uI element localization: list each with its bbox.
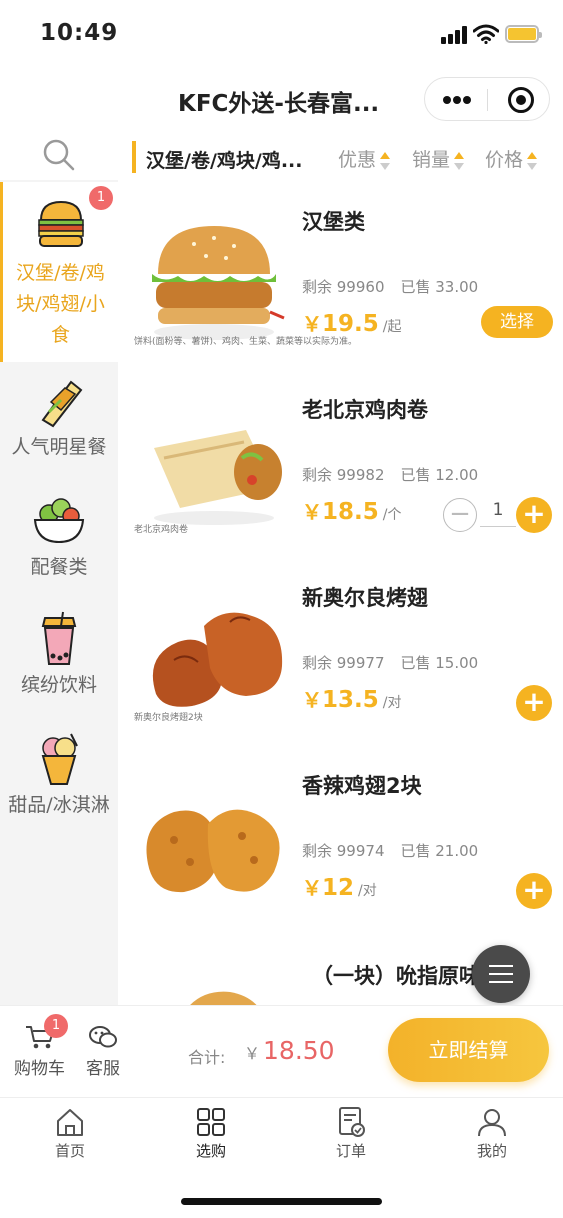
ice-cream-icon — [41, 733, 78, 785]
customer-service-label: 客服 — [86, 1059, 120, 1079]
filter-bar: 汉堡/卷/鸡块/鸡... 优惠 销量 价格 — [118, 132, 563, 182]
add-to-cart-button[interactable]: + — [516, 685, 552, 721]
close-miniprogram-button[interactable] — [508, 87, 534, 113]
tab-profile[interactable]: 我的 — [452, 1106, 532, 1161]
decrease-quantity-button[interactable]: − — [443, 498, 477, 532]
category-badge: 1 — [89, 186, 113, 210]
burger-product-image — [152, 226, 285, 340]
grid-icon — [197, 1108, 225, 1136]
total-amount: ￥ 18.50 — [244, 1036, 335, 1065]
chat-icon — [89, 1026, 117, 1048]
status-bar: 10:49 — [0, 0, 563, 68]
spicy-wings-image — [146, 809, 280, 893]
wrap-icon — [41, 380, 83, 428]
sidebar-item-star-meals[interactable]: 人气明星餐 — [0, 372, 118, 482]
sort-price[interactable]: 价格 — [485, 145, 538, 172]
quantity-value: 1 — [480, 500, 516, 527]
sort-arrows-icon — [454, 151, 465, 171]
sidebar-item-drinks[interactable]: 缤纷饮料 — [0, 610, 118, 720]
increase-quantity-button[interactable]: + — [516, 497, 552, 533]
order-icon — [339, 1107, 365, 1137]
current-category-title: 汉堡/卷/鸡块/鸡... — [146, 150, 303, 172]
sidebar-item-desserts[interactable]: 甜品/冰淇淋 — [0, 730, 118, 860]
product-image-caption: 老北京鸡肉卷 — [134, 525, 189, 535]
product-stock: 剩余 99960 已售 33.00 — [302, 278, 479, 296]
cart-button[interactable]: 1 购物车 — [14, 1014, 68, 1079]
page-title: KFC外送-长春富... — [178, 91, 380, 117]
sidebar-item-sides[interactable]: 配餐类 — [0, 492, 118, 602]
product-price: ￥12/对 — [302, 875, 377, 901]
product-item[interactable]: 新奥尔良烤翅2块 新奥尔良烤翅 剩余 99977 已售 15.00 ￥13.5/对… — [118, 560, 563, 748]
product-stock: 剩余 99982 已售 12.00 — [302, 466, 479, 484]
sort-sales[interactable]: 销量 — [412, 145, 465, 172]
product-image-caption: 新奥尔良烤翅2块 — [134, 713, 203, 723]
search-button[interactable] — [0, 132, 118, 180]
sidebar-item-label: 缤纷饮料 — [20, 674, 97, 696]
product-name: 香辣鸡翅2块 — [302, 774, 422, 798]
tab-shop[interactable]: 选购 — [171, 1106, 251, 1161]
sidebar-item-label: 人气明星餐 — [11, 436, 107, 458]
product-stock: 剩余 99977 已售 15.00 — [302, 654, 479, 672]
sort-arrows-icon — [380, 151, 391, 171]
more-menu-button[interactable] — [425, 78, 487, 120]
customer-service-button[interactable]: 客服 — [86, 1024, 120, 1079]
tab-orders[interactable]: 订单 — [311, 1106, 391, 1161]
total-label: 合计: — [188, 1048, 226, 1067]
tab-label: 我的 — [476, 1142, 507, 1160]
cart-count-badge: 1 — [44, 1014, 68, 1038]
home-icon — [57, 1109, 83, 1136]
tab-home[interactable]: 首页 — [30, 1106, 110, 1161]
product-name: 汉堡类 — [302, 210, 365, 234]
product-name: 新奥尔良烤翅 — [302, 586, 428, 610]
salad-icon — [33, 498, 85, 544]
product-price: ￥19.5/起 — [302, 311, 402, 337]
wifi-icon — [473, 24, 499, 44]
cart-bar: 1 购物车 客服 合计: ￥ 18.50 立即结算 — [0, 1005, 563, 1097]
sidebar-item-label: 汉堡/卷/鸡块/鸡翅/小食 — [16, 262, 105, 346]
burger-icon — [37, 200, 84, 247]
sidebar-item-label: 甜品/冰淇淋 — [8, 794, 110, 816]
product-name: 老北京鸡肉卷 — [302, 398, 428, 422]
product-item[interactable]: 老北京鸡肉卷 老北京鸡肉卷 剩余 99982 已售 12.00 ￥18.5/个 −… — [118, 372, 563, 560]
product-stock: 剩余 99974 已售 21.00 — [302, 842, 479, 860]
tab-label: 选购 — [195, 1142, 226, 1160]
bubble-tea-icon — [41, 611, 77, 665]
cart-label: 购物车 — [14, 1059, 65, 1079]
profile-icon — [478, 1109, 506, 1137]
sort-arrows-icon — [527, 151, 538, 171]
select-button[interactable]: 选择 — [481, 306, 553, 338]
add-to-cart-button[interactable]: + — [516, 873, 552, 909]
roasted-wings-image — [152, 612, 283, 707]
battery-icon — [505, 25, 542, 43]
tab-label: 首页 — [54, 1142, 85, 1160]
category-sidebar: 1 汉堡/卷/鸡块/鸡翅/小食 人气明星餐 配餐类 缤纷饮料 甜品/冰淇淋 — [0, 132, 118, 1005]
original-chicken-image — [190, 991, 257, 1005]
status-time: 10:49 — [40, 20, 119, 46]
tab-label: 订单 — [335, 1142, 366, 1160]
sidebar-item-label: 配餐类 — [30, 556, 88, 578]
signal-icon — [441, 26, 469, 44]
product-item[interactable]: 饼料(面粉等、薯饼)、鸡肉、生菜、蔬菜等以实际为准。 汉堡类 剩余 99960 已… — [118, 184, 563, 372]
home-indicator — [181, 1198, 382, 1205]
floating-menu-button[interactable] — [472, 945, 530, 1003]
checkout-button[interactable]: 立即结算 — [388, 1018, 549, 1082]
sort-discount[interactable]: 优惠 — [338, 145, 391, 172]
search-icon — [43, 139, 75, 171]
product-price: ￥18.5/个 — [302, 499, 402, 525]
sidebar-item-burgers[interactable]: 1 汉堡/卷/鸡块/鸡翅/小食 — [0, 182, 118, 362]
product-price: ￥13.5/对 — [302, 687, 402, 713]
product-item[interactable]: 香辣鸡翅2块 剩余 99974 已售 21.00 ￥12/对 + — [118, 748, 563, 936]
miniprogram-capsule — [424, 77, 550, 121]
chicken-wrap-image — [154, 430, 282, 525]
